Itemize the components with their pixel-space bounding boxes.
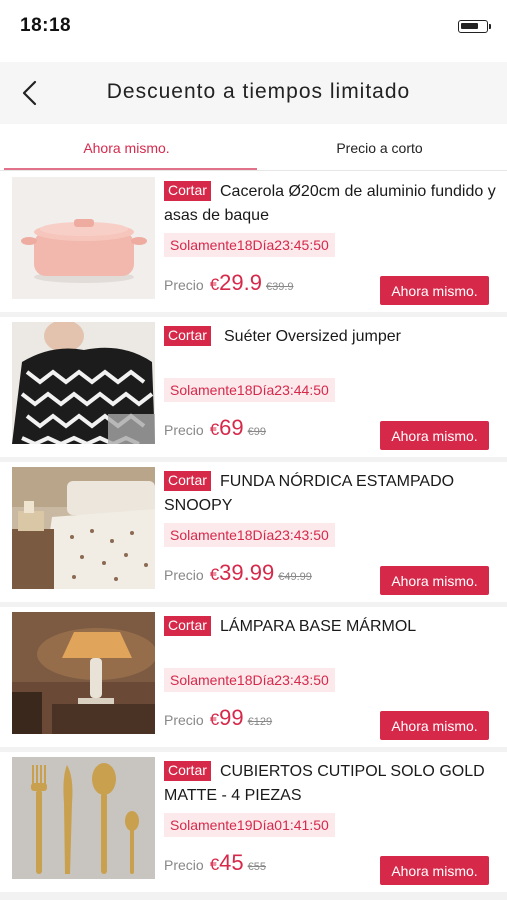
product-card[interactable]: CUBIERTOS CUTIPOL SOLO GOLD MATTE - 4 PI… <box>0 752 507 892</box>
product-title[interactable]: LÁMPARA BASE MÁRMOL <box>164 615 504 639</box>
buy-now-button[interactable]: Ahora mismo. <box>380 276 489 305</box>
cortar-badge: Cortar <box>164 181 211 201</box>
price-row: Precio € 29.9 €39.9 <box>164 270 294 296</box>
price-currency: € <box>209 855 220 874</box>
price-currency: € <box>209 565 220 584</box>
countdown-timer: Solamente18Día23:45:50 <box>164 233 335 257</box>
tab-bar: Ahora mismo. Precio a corto <box>0 124 507 171</box>
buy-now-button[interactable]: Ahora mismo. <box>380 711 489 740</box>
price-label: Precio <box>164 567 204 583</box>
price-label: Precio <box>164 712 204 728</box>
price-currency: € <box>209 420 220 439</box>
product-image[interactable] <box>12 467 155 589</box>
price-row: Precio € 99 €129 <box>164 705 272 731</box>
price-label: Precio <box>164 422 204 438</box>
price-label: Precio <box>164 857 204 873</box>
product-card[interactable]: Cacerola Ø20cm de aluminio fundido y asa… <box>0 172 507 312</box>
countdown-timer: Solamente18Día23:43:50 <box>164 668 335 692</box>
original-price: €55 <box>247 861 266 873</box>
battery-level <box>461 23 478 29</box>
product-card[interactable]: FUNDA NÓRDICA ESTAMPADO SNOOPY Cortar So… <box>0 462 507 602</box>
nav-bar: Descuento a tiempos limitado <box>0 62 507 124</box>
cortar-badge: Cortar <box>164 471 211 491</box>
battery-tip <box>489 24 491 29</box>
product-title[interactable]: FUNDA NÓRDICA ESTAMPADO SNOOPY <box>164 470 504 518</box>
cortar-badge: Cortar <box>164 616 211 636</box>
buy-now-button[interactable]: Ahora mismo. <box>380 856 489 885</box>
countdown-timer: Solamente18Día23:44:50 <box>164 378 335 402</box>
price-row: Precio € 45 €55 <box>164 850 266 876</box>
price-value: 45 <box>219 850 244 875</box>
price-currency: € <box>209 710 220 729</box>
price-row: Precio € 69 €99 <box>164 415 266 441</box>
buy-now-button[interactable]: Ahora mismo. <box>380 566 489 595</box>
countdown-timer: Solamente18Día23:43:50 <box>164 523 335 547</box>
price-value: 99 <box>219 705 244 730</box>
price-value: 29.9 <box>219 270 262 295</box>
status-bar: 18:18 <box>0 0 507 60</box>
price-currency: € <box>209 275 220 294</box>
cortar-badge: Cortar <box>164 761 211 781</box>
tab-indicator <box>4 168 257 170</box>
status-time: 18:18 <box>20 15 72 36</box>
product-card[interactable]: Suéter Oversized jumper Cortar Solamente… <box>0 317 507 457</box>
original-price: €39.9 <box>265 281 294 293</box>
price-value: 39.99 <box>219 560 275 585</box>
product-title[interactable]: CUBIERTOS CUTIPOL SOLO GOLD MATTE - 4 PI… <box>164 760 504 808</box>
tab-precio-a-corto[interactable]: Precio a corto <box>253 124 506 171</box>
original-price: €129 <box>247 716 273 728</box>
tab-ahora-mismo[interactable]: Ahora mismo. <box>0 124 253 171</box>
price-value: 69 <box>219 415 244 440</box>
countdown-timer: Solamente19Día01:41:50 <box>164 813 335 837</box>
product-image[interactable] <box>12 612 155 734</box>
price-row: Precio € 39.99 €49.99 <box>164 560 312 586</box>
battery-icon <box>458 20 488 33</box>
price-label: Precio <box>164 277 204 293</box>
product-image[interactable] <box>12 757 155 879</box>
product-card[interactable]: LÁMPARA BASE MÁRMOL Cortar Solamente18Dí… <box>0 607 507 747</box>
product-title[interactable]: Cacerola Ø20cm de aluminio fundido y asa… <box>164 180 504 228</box>
product-list[interactable]: Cacerola Ø20cm de aluminio fundido y asa… <box>0 172 507 900</box>
product-image[interactable] <box>12 177 155 299</box>
buy-now-button[interactable]: Ahora mismo. <box>380 421 489 450</box>
product-title[interactable]: Suéter Oversized jumper <box>164 325 504 349</box>
page-title: Descuento a tiempos limitado <box>106 80 411 103</box>
original-price: €99 <box>247 426 266 438</box>
product-image[interactable] <box>12 322 155 444</box>
original-price: €49.99 <box>278 571 312 583</box>
cortar-badge: Cortar <box>164 326 211 346</box>
